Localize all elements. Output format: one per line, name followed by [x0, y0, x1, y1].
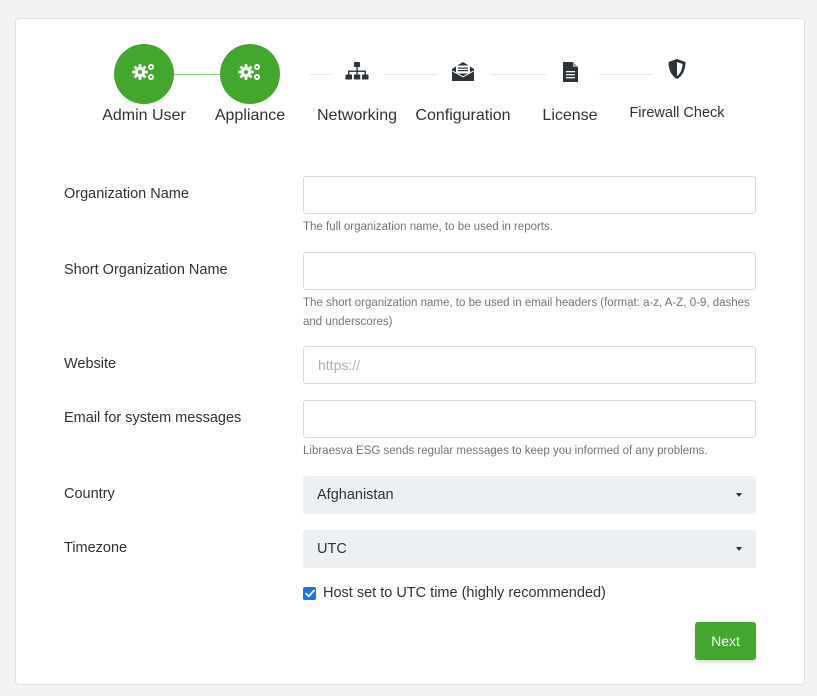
timezone-select[interactable]: UTC: [303, 530, 756, 568]
short-org-name-help: The short organization name, to be used …: [303, 297, 750, 328]
step-circle: [327, 44, 387, 104]
step-circle: [114, 44, 174, 104]
envelope-open-icon: [450, 61, 476, 88]
timezone-label: Timezone: [64, 540, 128, 556]
email-label: Email for system messages: [64, 410, 242, 426]
step-label: Admin User: [102, 107, 186, 124]
caret-down-icon: [736, 547, 742, 551]
short-org-name-label: Short Organization Name: [64, 262, 228, 278]
org-name-label: Organization Name: [64, 186, 189, 202]
step-label: License: [542, 107, 598, 124]
website-input[interactable]: [303, 346, 756, 384]
step-label: Configuration: [415, 107, 511, 124]
timezone-selected-value: UTC: [317, 541, 347, 557]
checkmark-icon: [304, 589, 315, 597]
org-name-help: The full organization name, to be used i…: [303, 221, 553, 233]
utc-checkbox-row[interactable]: Host set to UTC time (highly recommended…: [303, 585, 606, 601]
gears-icon: [131, 61, 157, 88]
country-label: Country: [64, 486, 115, 502]
caret-down-icon: [736, 493, 742, 497]
step-circle: [220, 44, 280, 104]
step-connector-4: [490, 74, 546, 75]
step-label: Networking: [316, 107, 398, 124]
gears-icon: [237, 61, 263, 88]
step-connector-3: [384, 74, 438, 75]
document-icon: [557, 61, 583, 88]
step-circle: [540, 44, 600, 104]
email-help: Libraesva ESG sends regular messages to …: [303, 445, 708, 457]
step-connector-5: [599, 74, 653, 75]
short-org-name-input[interactable]: [303, 252, 756, 290]
setup-wizard-card: Admin User Appliance Networking Configur…: [15, 18, 805, 685]
step-connector-1: [171, 74, 221, 75]
step-circle: [647, 41, 707, 101]
website-label: Website: [64, 356, 117, 372]
step-circle: [433, 44, 493, 104]
network-icon: [344, 61, 370, 88]
email-input[interactable]: [303, 400, 756, 438]
step-label: Firewall Check: [629, 105, 725, 121]
step-label: Appliance: [214, 107, 286, 124]
next-button[interactable]: Next: [695, 622, 756, 660]
org-name-input[interactable]: [303, 176, 756, 214]
utc-checkbox[interactable]: [303, 586, 316, 600]
country-selected-value: Afghanistan: [317, 487, 394, 503]
shield-icon: [664, 58, 690, 85]
utc-checkbox-label: Host set to UTC time (highly recommended…: [323, 585, 606, 601]
country-select[interactable]: Afghanistan: [303, 476, 756, 514]
